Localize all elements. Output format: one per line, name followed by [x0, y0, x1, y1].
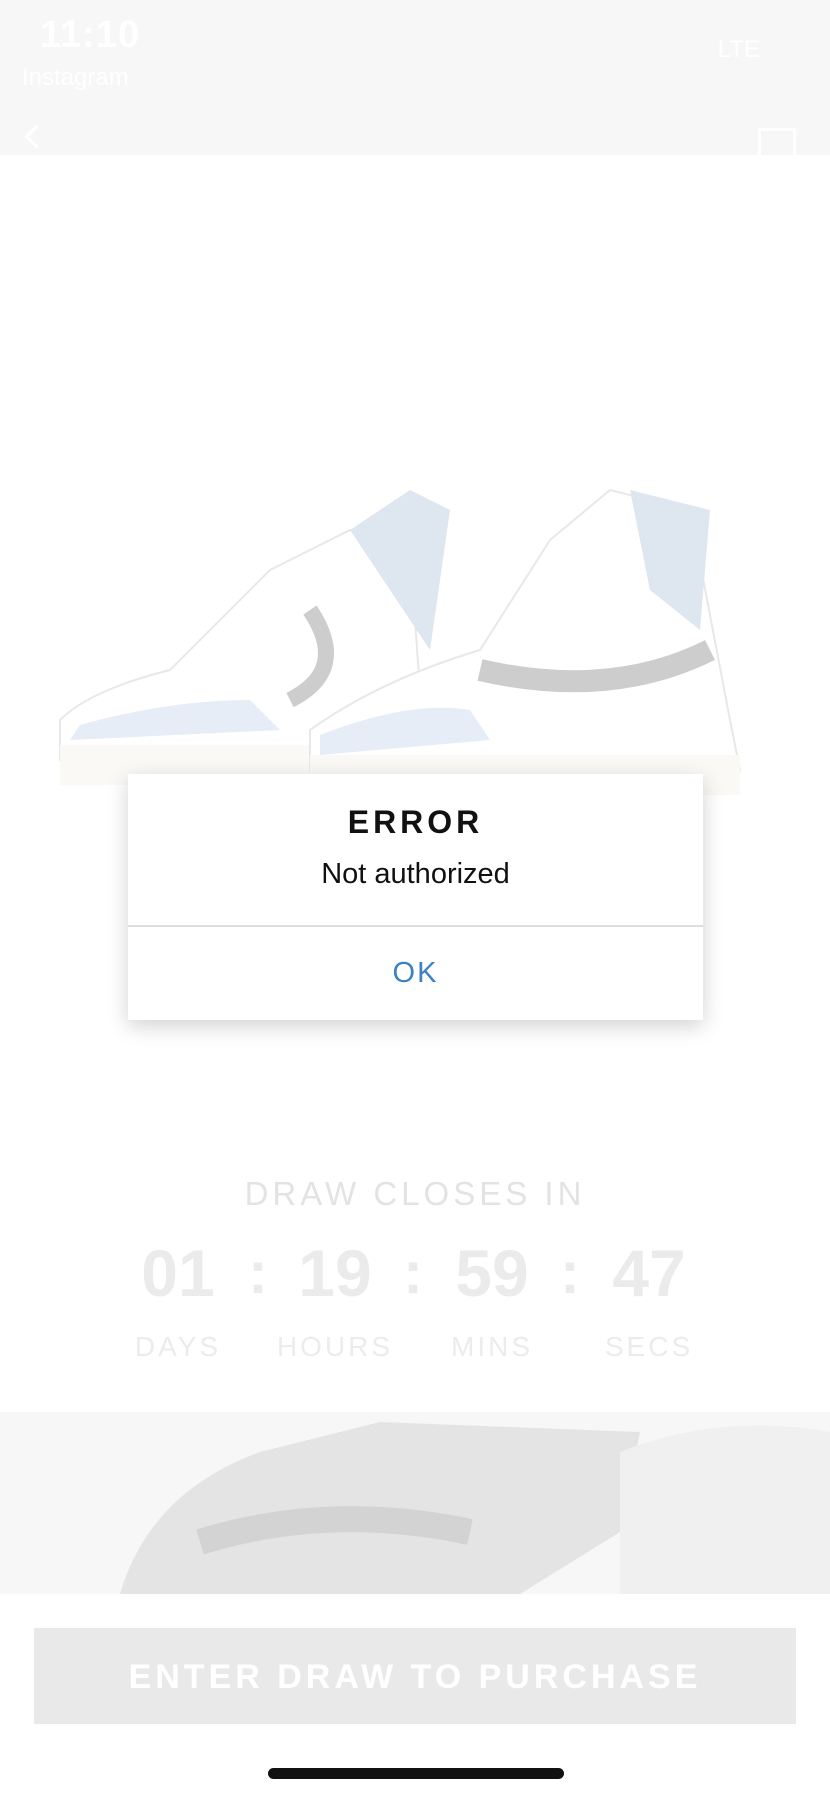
top-bar: 11:10 Instagram LTE [0, 0, 830, 155]
network-indicator: LTE [717, 36, 760, 63]
share-icon[interactable] [758, 128, 796, 155]
countdown-days: 01 DAYS [103, 1235, 253, 1363]
product-detail-image [0, 1412, 830, 1594]
hours-label: HOURS [276, 1331, 394, 1362]
mins-value: 59 [455, 1236, 529, 1310]
error-dialog: ERROR Not authorized OK [128, 774, 703, 1020]
countdown-timer: 01 DAYS : 19 HOURS : 59 MINS : 47 SECS [0, 1235, 830, 1385]
status-back-to-app[interactable]: Instagram [22, 64, 129, 92]
status-time: 11:10 [40, 14, 141, 56]
enter-draw-button[interactable]: ENTER DRAW TO PURCHASE [34, 1628, 796, 1724]
secs-label: SECS [604, 1331, 694, 1362]
countdown-label: DRAW CLOSES IN [244, 1175, 586, 1212]
dialog-message: Not authorized [321, 858, 510, 890]
hours-value: 19 [298, 1236, 372, 1310]
countdown-hours: 19 HOURS [260, 1235, 410, 1363]
home-indicator[interactable] [268, 1768, 564, 1779]
mins-label: MINS [451, 1331, 533, 1362]
ok-button[interactable]: OK [128, 927, 703, 1020]
dialog-title: ERROR [347, 804, 484, 840]
countdown-mins: 59 MINS [417, 1235, 567, 1363]
secs-value: 47 [612, 1236, 686, 1310]
days-value: 01 [141, 1236, 215, 1310]
days-label: DAYS [134, 1331, 222, 1362]
chevron-left-icon[interactable] [24, 124, 49, 149]
countdown-secs: 47 SECS [574, 1235, 724, 1363]
